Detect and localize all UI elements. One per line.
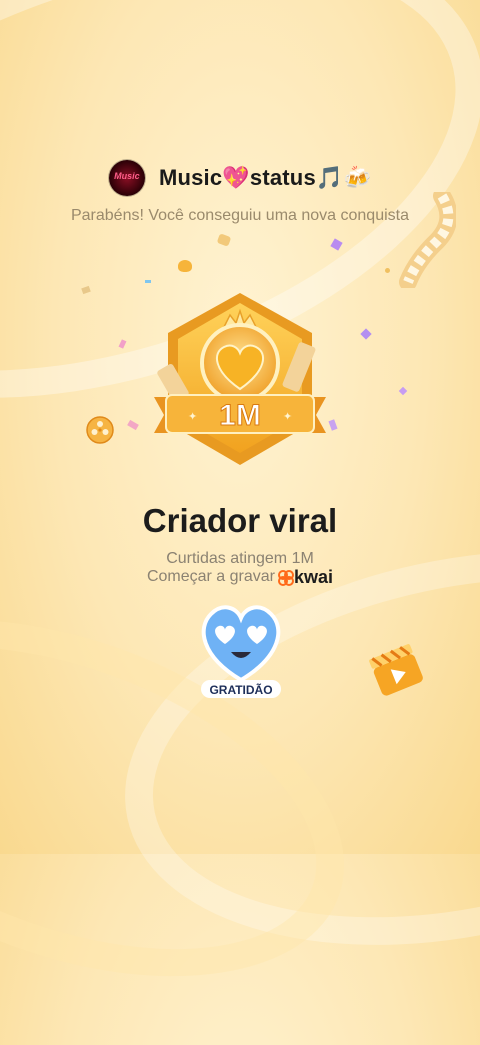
achievement-line-2: Começar a gravar	[146, 568, 275, 585]
congrats-subtitle: Parabéns! Você conseguiu uma nova conqui…	[70, 207, 409, 224]
account-name: Music💖status🎵🍻	[158, 165, 372, 190]
badge-value: 1M	[219, 399, 261, 432]
sticker-label: GRATIDÃO	[209, 682, 272, 697]
confetti	[360, 328, 372, 340]
svg-text:✦: ✦	[188, 410, 197, 423]
gratidao-sticker[interactable]: GRATIDÃO	[195, 600, 287, 702]
kwai-brand: kwai	[294, 567, 334, 587]
header: Music Music💖status🎵🍻	[0, 160, 480, 196]
confetti	[127, 419, 139, 431]
confetti	[178, 260, 192, 272]
achievement-badge: 1M ✦ ✦	[154, 293, 326, 465]
avatar[interactable]: Music	[108, 160, 145, 196]
confetti	[145, 280, 151, 283]
avatar-text: Music	[114, 171, 140, 181]
confetti	[398, 386, 408, 396]
achievement-title: Criador viral	[142, 502, 338, 539]
film-reel-icon	[86, 416, 114, 444]
svg-text:✦: ✦	[283, 410, 292, 423]
clapperboard-icon	[369, 644, 423, 696]
record-cta[interactable]: Começar a gravar kwai	[147, 568, 333, 586]
achievement-description: Curtidas atingem 1M Começar a gravar kwa…	[0, 550, 480, 586]
kwai-logo: kwai	[278, 568, 333, 586]
achievement-line-1: Curtidas atingem 1M	[166, 550, 314, 567]
confetti	[385, 268, 390, 273]
kwai-icon	[278, 570, 294, 586]
